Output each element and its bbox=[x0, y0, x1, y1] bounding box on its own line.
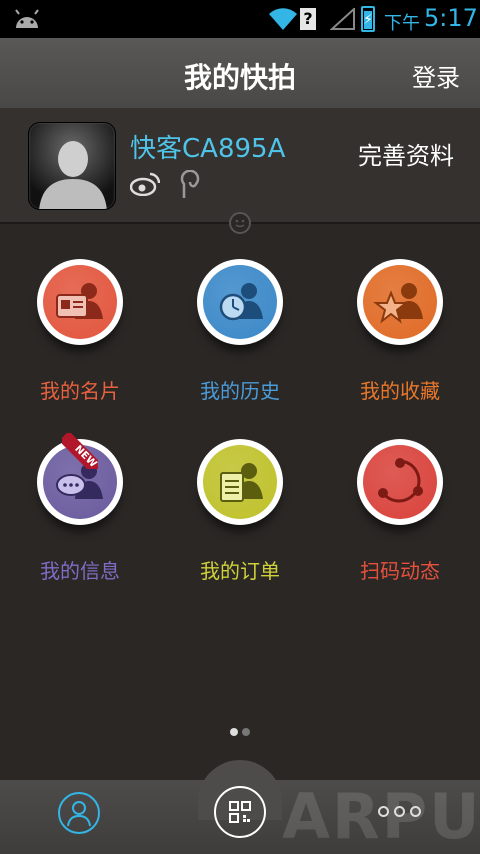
title-bar: 我的快拍 登录 bbox=[0, 38, 480, 108]
status-time: 5:17 bbox=[424, 4, 478, 32]
grid-item-my-history[interactable]: 我的历史 bbox=[160, 259, 320, 429]
business-card-icon bbox=[56, 283, 103, 319]
android-icon bbox=[15, 9, 39, 28]
more-dot-icon bbox=[410, 806, 421, 817]
complete-profile-button[interactable]: 完善资料 bbox=[358, 136, 454, 171]
unknown-network-icon: ? bbox=[300, 8, 316, 30]
my-orders-circle bbox=[203, 445, 277, 519]
profile-nav-button[interactable] bbox=[58, 792, 100, 834]
grid-item-label: 我的信息 bbox=[40, 559, 120, 583]
status-bar: ? ⚡ 下午 5:17 bbox=[0, 0, 480, 38]
user-icon bbox=[67, 801, 91, 827]
more-dot-icon bbox=[378, 806, 389, 817]
grid-item-label: 我的订单 bbox=[200, 559, 280, 583]
avatar[interactable] bbox=[28, 122, 116, 210]
grid-item-label: 我的名片 bbox=[40, 379, 120, 403]
grid-item-my-card[interactable]: 我的名片 bbox=[0, 259, 160, 429]
more-button[interactable] bbox=[378, 802, 422, 822]
my-history-circle bbox=[203, 265, 277, 339]
user-silhouette-icon bbox=[39, 141, 107, 209]
my-card-circle bbox=[43, 265, 117, 339]
username: 快客CA895A bbox=[130, 134, 286, 164]
page-dot bbox=[242, 728, 250, 736]
scan-qr-button[interactable] bbox=[214, 786, 266, 838]
grid-item-label: 扫码动态 bbox=[360, 559, 440, 583]
new-badge: NEW bbox=[62, 433, 98, 469]
grid-item-scan-updates[interactable]: 扫码动态 bbox=[320, 439, 480, 609]
qr-code-icon bbox=[229, 801, 251, 823]
order-clipboard-icon bbox=[220, 463, 263, 502]
earphone-icon[interactable] bbox=[178, 170, 200, 200]
grid-item-my-orders[interactable]: 我的订单 bbox=[160, 439, 320, 609]
wifi-icon bbox=[269, 8, 297, 30]
profile-section: 快客CA895A 完善资料 bbox=[0, 108, 480, 223]
grid-item-label: 我的收藏 bbox=[360, 379, 440, 403]
smile-icon bbox=[229, 212, 251, 234]
grid-item-label: 我的历史 bbox=[200, 379, 280, 403]
scan-updates-circle bbox=[363, 445, 437, 519]
my-favorites-circle bbox=[363, 265, 437, 339]
page-title: 我的快拍 bbox=[183, 61, 296, 94]
login-button[interactable]: 登录 bbox=[412, 58, 460, 93]
favorite-star-icon bbox=[373, 283, 423, 324]
grid-item-my-favorites[interactable]: 我的收藏 bbox=[320, 259, 480, 429]
share-network-icon bbox=[378, 458, 423, 503]
history-clock-icon bbox=[219, 283, 263, 321]
battery-icon: ⚡ bbox=[361, 6, 375, 32]
weibo-icon[interactable] bbox=[130, 172, 160, 196]
page-indicator bbox=[228, 728, 252, 736]
page-dot-active bbox=[230, 728, 238, 736]
status-ampm: 下午 bbox=[384, 13, 420, 34]
grid-item-my-messages[interactable]: NEW 我的信息 bbox=[0, 433, 160, 609]
more-dot-icon bbox=[394, 806, 405, 817]
signal-icon bbox=[330, 8, 355, 30]
